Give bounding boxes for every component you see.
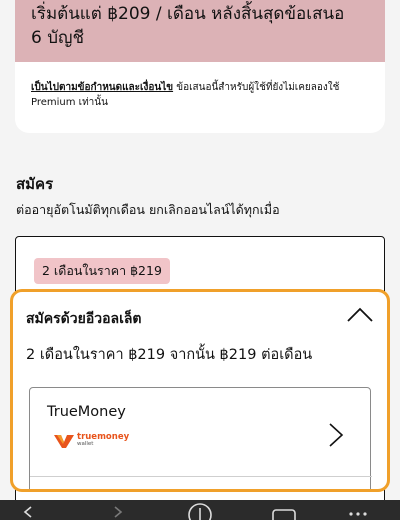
page: เริ่มต้นแต่ ฿209 / เดือน หลังสิ้นสุดข้อเ… [0, 0, 400, 520]
add-tab-icon[interactable] [188, 503, 212, 520]
wallet-title: สมัครด้วยอีวอลเล็ต [26, 311, 142, 327]
browser-bottom-bar [0, 500, 400, 520]
option-name: TrueMoney [47, 404, 126, 420]
chevron-up-icon [347, 307, 373, 322]
offer-terms: เป็นไปตามข้อกำหนดและเงื่อนไข ข้อเสนอนี้ส… [31, 80, 376, 110]
forward-icon[interactable] [112, 506, 124, 518]
wallet-panel: สมัครด้วยอีวอลเล็ต 2 เดือนในราคา ฿219 จา… [10, 289, 390, 492]
back-icon[interactable] [22, 506, 34, 518]
offer-card: เริ่มต้นแต่ ฿209 / เดือน หลังสิ้นสุดข้อเ… [15, 0, 385, 133]
offer-headline-line1: เริ่มต้นแต่ ฿209 / เดือน หลังสิ้นสุดข้อเ… [31, 4, 345, 24]
truemoney-logo: truemoney wallet [54, 432, 129, 450]
subscribe-title: สมัคร [16, 175, 54, 193]
plan-badge: 2 เดือนในราคา ฿219 [34, 258, 170, 284]
subscribe-subtitle: ต่ออายุอัตโนมัติทุกเดือน ยกเลิกออนไลน์ได… [16, 202, 280, 217]
offer-headline: เริ่มต้นแต่ ฿209 / เดือน หลังสิ้นสุดข้อเ… [31, 2, 369, 50]
logo-sub: wallet [77, 441, 94, 447]
truemoney-option[interactable]: TrueMoney truemoney wallet [29, 387, 372, 489]
offer-banner: เริ่มต้นแต่ ฿209 / เดือน หลังสิ้นสุดข้อเ… [15, 0, 385, 62]
logo-brand: truemoney [77, 432, 130, 442]
terms-link[interactable]: เป็นไปตามข้อกำหนดและเงื่อนไข [31, 82, 173, 93]
offer-headline-line2: 6 บัญชี [31, 28, 85, 48]
wallet-price: 2 เดือนในราคา ฿219 จากนั้น ฿219 ต่อเดือน [26, 347, 313, 363]
menu-icon[interactable] [348, 511, 368, 517]
tabs-icon[interactable] [272, 509, 296, 520]
option-divider [30, 476, 372, 477]
collapse-button[interactable] [345, 302, 375, 328]
chevron-right-icon [329, 423, 344, 447]
truemoney-mark-icon [54, 435, 74, 448]
